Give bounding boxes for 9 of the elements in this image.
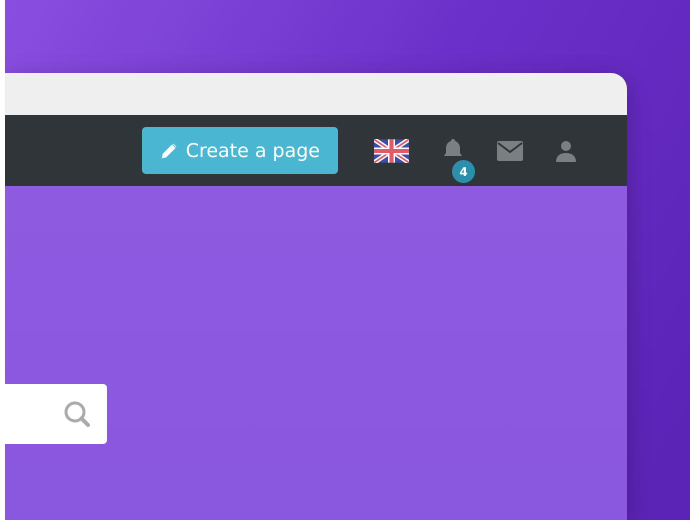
search-field[interactable] [5, 384, 107, 444]
notification-count: 4 [450, 158, 477, 185]
uk-flag-icon[interactable] [374, 138, 409, 162]
mail-icon[interactable] [497, 140, 523, 160]
bell-icon[interactable] [441, 137, 465, 158]
create-page-button[interactable]: Create a page [142, 127, 338, 174]
user-icon[interactable] [555, 140, 577, 162]
search-icon [63, 400, 91, 428]
pencil-icon [160, 142, 178, 160]
